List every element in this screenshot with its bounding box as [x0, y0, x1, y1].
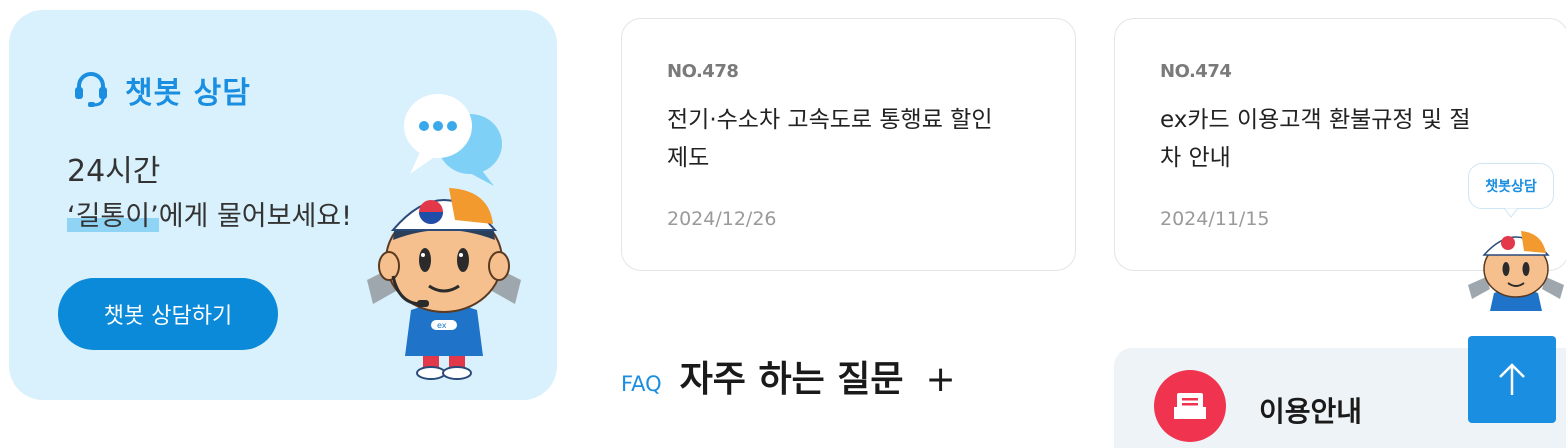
chatbot-mascot-name: ‘길통이’	[67, 201, 159, 232]
news-title[interactable]: 전기·수소차 고속도로 통행료 할인제도	[667, 101, 997, 177]
mascot-illustration: ex	[359, 180, 529, 384]
speech-bubbles-icon	[392, 82, 507, 196]
chatbot-card: 챗봇 상담 24시간 ‘길통이’에게 물어보세요! 챗봇 상담하기 ex	[9, 10, 557, 400]
chatbot-start-button[interactable]: 챗봇 상담하기	[58, 278, 278, 350]
headset-icon	[71, 68, 111, 112]
faq-section-header[interactable]: FAQ 자주 하는 질문 +	[621, 350, 956, 402]
news-number: NO.474	[1160, 61, 1232, 82]
news-card[interactable]: NO.478 전기·수소차 고속도로 통행료 할인제도 2024/12/26	[621, 18, 1076, 271]
floating-chatbot-bubble[interactable]: 챗봇상담	[1468, 163, 1554, 209]
chatbot-tagline: ‘길통이’에게 물어보세요!	[67, 194, 352, 233]
chatbot-title-text: 챗봇 상담	[125, 76, 251, 111]
mascot-mini-icon	[1468, 231, 1564, 311]
news-title[interactable]: ex카드 이용고객 환불규정 및 절차 안내	[1160, 101, 1490, 177]
news-date: 2024/12/26	[667, 208, 777, 230]
chatbot-title: 챗봇 상담	[71, 68, 251, 112]
news-number: NO.478	[667, 61, 739, 82]
bubble-tail-icon	[1504, 208, 1518, 218]
chatbot-tagline-rest: 에게 물어보세요!	[158, 201, 352, 232]
faq-heading[interactable]: 자주 하는 질문	[680, 350, 904, 402]
faq-tag: FAQ	[621, 372, 662, 396]
arrow-up-icon	[1499, 362, 1525, 395]
news-date: 2024/11/15	[1160, 208, 1270, 230]
usage-guide-label[interactable]: 이용안내	[1259, 390, 1362, 430]
faq-more-plus-icon[interactable]: +	[925, 359, 955, 400]
floating-chatbot-widget[interactable]: 챗봇상담	[1466, 163, 1566, 313]
svg-text:ex: ex	[437, 321, 447, 330]
inbox-icon	[1154, 370, 1226, 442]
scroll-to-top-button[interactable]	[1468, 336, 1556, 423]
chatbot-hours: 24시간	[67, 154, 161, 189]
